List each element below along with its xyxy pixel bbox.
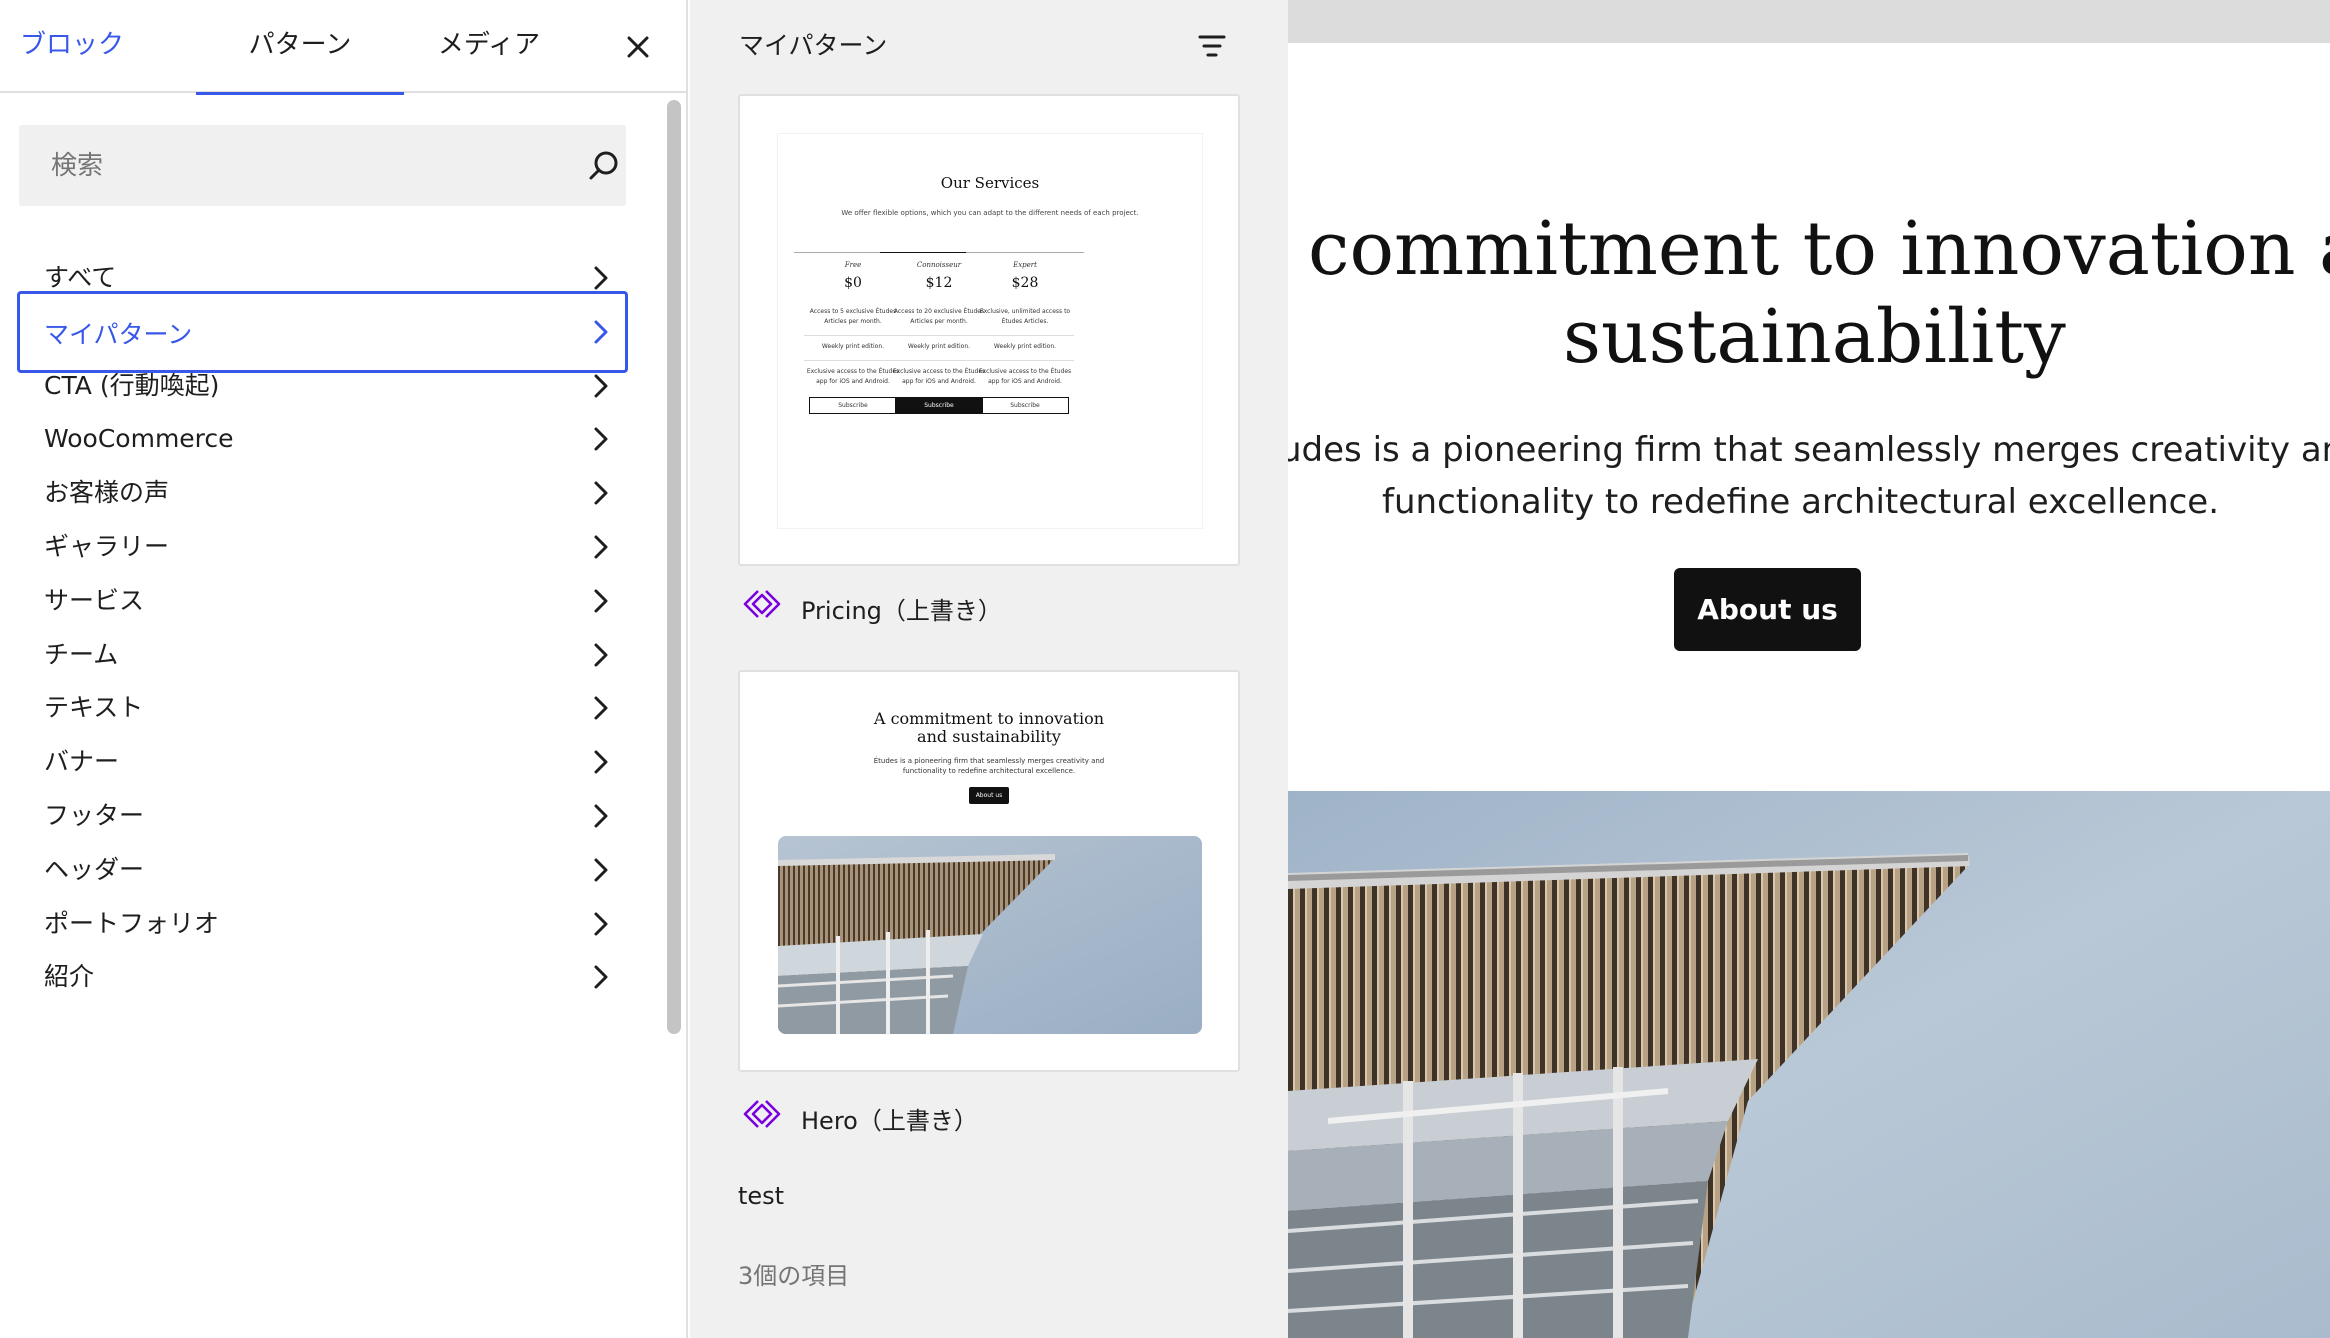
- close-inserter-button[interactable]: [618, 27, 658, 67]
- pricing-feature: Exclusive, unlimited access to Études Ar…: [979, 308, 1071, 325]
- pattern-list-panel: マイパターン Our Services We offer flexible op…: [690, 0, 1288, 1338]
- chevron-right-icon: [594, 535, 608, 559]
- category-item[interactable]: 紹介: [17, 936, 628, 1018]
- chevron-right-icon: [594, 696, 608, 720]
- about-us-button[interactable]: About us: [1674, 568, 1861, 651]
- pricing-feature: Exclusive access to the Études app for i…: [978, 368, 1072, 385]
- preview-title-text: A commitment to innovation and sustainab…: [873, 709, 1105, 746]
- pattern-name: Hero（上書き）: [801, 1107, 978, 1135]
- pattern-preview-pricing: Our Services We offer flexible options, …: [778, 134, 1202, 528]
- canvas-top-bar: [1288, 0, 2330, 43]
- pattern-list-title: マイパターン: [739, 31, 888, 60]
- tab-blocks[interactable]: ブロック: [0, 0, 140, 93]
- preview-subtitle-text: Études is a pioneering firm that seamles…: [873, 757, 1105, 775]
- chevron-right-icon: [594, 858, 608, 882]
- hero-building-image[interactable]: [1288, 791, 2330, 1338]
- hero-description-line1: udes is a pioneering firm that seamlessl…: [1288, 430, 2330, 470]
- tab-patterns[interactable]: パターン: [196, 0, 404, 95]
- chevron-right-icon: [594, 320, 608, 344]
- pattern-label-test[interactable]: test: [738, 1182, 784, 1210]
- preview-title: Our Services: [940, 174, 1040, 192]
- scrollbar-thumb[interactable]: [667, 100, 681, 1034]
- tab-media[interactable]: メディア: [404, 0, 574, 93]
- preview-title: A commitment to innovation and sustainab…: [740, 710, 1238, 746]
- synced-pattern-icon: [743, 590, 781, 618]
- inserter-tabs: ブロック パターン メディア: [0, 0, 686, 95]
- filter-icon: [1198, 35, 1226, 57]
- pattern-card-pricing[interactable]: Our Services We offer flexible options, …: [738, 94, 1240, 566]
- search-input[interactable]: [19, 125, 559, 206]
- synced-pattern-icon: [743, 1100, 781, 1128]
- chevron-right-icon: [594, 266, 608, 290]
- chevron-right-icon: [594, 427, 608, 451]
- filter-button[interactable]: [1192, 26, 1232, 66]
- chevron-right-icon: [594, 481, 608, 505]
- chevron-right-icon: [594, 643, 608, 667]
- pricing-feature: Weekly print edition.: [993, 343, 1057, 350]
- pricing-price: $28: [1011, 275, 1039, 291]
- preview-subtitle: We offer flexible options, which you can…: [841, 209, 1139, 217]
- pattern-count: 3個の項目: [738, 1262, 850, 1290]
- hero-description-line2: functionality to redefine architectural …: [1382, 482, 2220, 522]
- block-inserter-panel: ブロック パターン メディア すべてマイパターンCTA (行動喚起)WooCom…: [0, 0, 688, 1338]
- chevron-right-icon: [594, 965, 608, 989]
- category-label: 紹介: [44, 962, 95, 992]
- hero-heading-line2: sustainability: [1563, 294, 2066, 380]
- chevron-right-icon: [594, 750, 608, 774]
- chevron-right-icon: [594, 912, 608, 936]
- pattern-name: Pricing（上書き）: [801, 597, 1002, 625]
- chevron-right-icon: [594, 589, 608, 613]
- chevron-right-icon: [594, 374, 608, 398]
- editor-canvas: commitment to innovation and sustainabil…: [1288, 0, 2330, 1338]
- preview-building-image: [778, 836, 1202, 1034]
- pattern-card-hero[interactable]: A commitment to innovation and sustainab…: [738, 670, 1240, 1072]
- pattern-search: [19, 125, 626, 206]
- preview-subtitle: Études is a pioneering firm that seamles…: [740, 756, 1238, 776]
- pricing-tier: Expert: [1013, 261, 1037, 269]
- hero-heading-line1: commitment to innovation and: [1308, 206, 2330, 292]
- search-icon[interactable]: [585, 147, 623, 185]
- chevron-right-icon: [594, 804, 608, 828]
- pricing-subscribe-button: Subscribe: [981, 397, 1069, 414]
- pricing-column: Expert $28 Exclusive, unlimited access to …: [966, 252, 1084, 414]
- close-icon: [627, 36, 649, 58]
- preview-button: About us: [969, 787, 1009, 804]
